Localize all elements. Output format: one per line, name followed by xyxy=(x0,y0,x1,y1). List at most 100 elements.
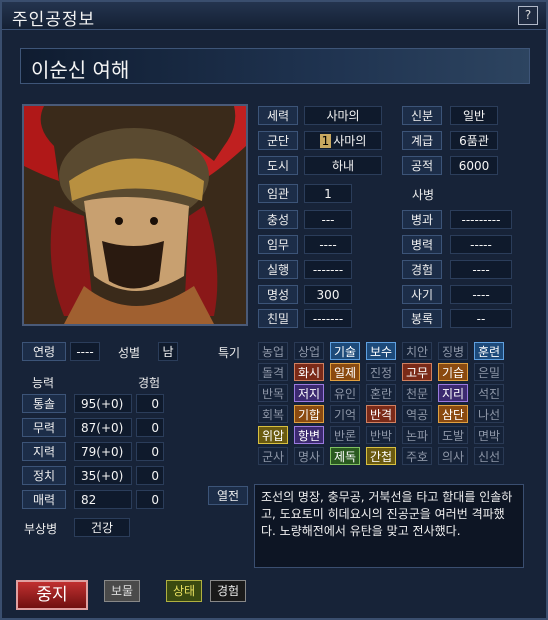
ability-exp-value: 0 xyxy=(136,490,164,509)
skill-item: 반목 xyxy=(258,384,288,402)
skill-item: 항변 xyxy=(294,426,324,444)
age-label: 연령 xyxy=(22,342,66,361)
rank-label: 계급 xyxy=(402,131,442,150)
city-value: 하내 xyxy=(304,156,382,175)
skill-item: 반론 xyxy=(330,426,360,444)
skill-item: 반격 xyxy=(366,405,396,423)
ability-exp-value: 0 xyxy=(136,466,164,485)
morale-label: 사기 xyxy=(402,285,442,304)
ability-exp-value: 0 xyxy=(136,394,164,413)
corps-label: 군단 xyxy=(258,131,298,150)
skill-item: 유인 xyxy=(330,384,360,402)
age-value: ---- xyxy=(70,342,100,361)
skill-item: 기억 xyxy=(330,405,360,423)
skill-item: 기습 xyxy=(438,363,468,381)
skill-item: 천문 xyxy=(402,384,432,402)
faction-label: 세력 xyxy=(258,106,298,125)
salary-label: 봉록 xyxy=(402,309,442,328)
gender-label: 성별 xyxy=(118,346,141,360)
ability-header: 능력 xyxy=(32,376,55,390)
appoint-label: 임관 xyxy=(258,184,298,203)
skill-item: 제독 xyxy=(330,447,360,465)
bio-label: 열전 xyxy=(208,486,248,505)
skill-item: 기술 xyxy=(330,342,360,360)
skill-item: 화시 xyxy=(294,363,324,381)
troop-power-label: 병력 xyxy=(402,235,442,254)
ability-value: 79(+0) xyxy=(74,442,132,461)
bio-text: 조선의 명장, 충무공, 거북선을 타고 함대를 인솔하고, 도요토미 히데요시… xyxy=(254,484,524,568)
ability-label: 매력 xyxy=(22,490,66,509)
ability-label: 통솔 xyxy=(22,394,66,413)
skill-item: 회복 xyxy=(258,405,288,423)
duty-label: 임무 xyxy=(258,235,298,254)
ability-value: 35(+0) xyxy=(74,466,132,485)
skill-item: 역공 xyxy=(402,405,432,423)
intimacy-value: ------- xyxy=(304,309,352,328)
skill-item: 주호 xyxy=(402,447,432,465)
corps-name: 사마의 xyxy=(333,134,367,148)
exec-value: ------- xyxy=(304,260,352,279)
skill-item: 은밀 xyxy=(474,363,504,381)
morale-value: ---- xyxy=(450,285,512,304)
corps-badge: 1 xyxy=(319,134,332,148)
salary-value: -- xyxy=(450,309,512,328)
fame-label: 명성 xyxy=(258,285,298,304)
skill-item: 위압 xyxy=(258,426,288,444)
hero-portrait xyxy=(22,104,248,326)
window-title: 주인공정보 xyxy=(12,10,96,30)
faction-value: 사마의 xyxy=(304,106,382,125)
skill-item: 징병 xyxy=(438,342,468,360)
injury-value: 건강 xyxy=(74,518,130,537)
ability-value: 82 xyxy=(74,490,132,509)
experience-tab-button[interactable]: 경험 xyxy=(210,580,246,602)
appoint-value: 1 xyxy=(304,184,352,203)
skill-item: 석진 xyxy=(474,384,504,402)
ability-exp-header: 경험 xyxy=(138,376,161,390)
skill-item: 면박 xyxy=(474,426,504,444)
troop-power-value: ----- xyxy=(450,235,512,254)
fame-value: 300 xyxy=(304,285,352,304)
loyalty-label: 충성 xyxy=(258,210,298,229)
skill-item: 상업 xyxy=(294,342,324,360)
portrait-image xyxy=(24,106,246,324)
skill-item: 반박 xyxy=(366,426,396,444)
city-label: 도시 xyxy=(258,156,298,175)
skill-item: 명사 xyxy=(294,447,324,465)
skill-item: 기합 xyxy=(294,405,324,423)
ability-label: 무력 xyxy=(22,418,66,437)
treasure-button[interactable]: 보물 xyxy=(104,580,140,602)
intimacy-label: 친밀 xyxy=(258,309,298,328)
skill-item: 고무 xyxy=(402,363,432,381)
rank-value: 6품관 xyxy=(450,131,498,150)
skill-item: 일제 xyxy=(330,363,360,381)
skill-item: 의사 xyxy=(438,447,468,465)
troops-header: 사병 xyxy=(412,188,435,202)
exec-label: 실행 xyxy=(258,260,298,279)
exp-value: ---- xyxy=(450,260,512,279)
skill-item: 훈련 xyxy=(474,342,504,360)
skill-item: 삼단 xyxy=(438,405,468,423)
gender-value: 남 xyxy=(158,342,178,361)
skill-item: 군사 xyxy=(258,447,288,465)
skill-item: 농업 xyxy=(258,342,288,360)
hero-name-bar: 이순신 여해 xyxy=(20,48,530,84)
status-tab-button[interactable]: 상태 xyxy=(166,580,202,602)
duty-value: ---- xyxy=(304,235,352,254)
loyalty-value: --- xyxy=(304,210,352,229)
merit-value: 6000 xyxy=(450,156,498,175)
ability-value: 87(+0) xyxy=(74,418,132,437)
skill-item: 진정 xyxy=(366,363,396,381)
stop-button[interactable]: 중지 xyxy=(16,580,88,610)
ability-label: 정치 xyxy=(22,466,66,485)
skill-item: 도발 xyxy=(438,426,468,444)
merit-label: 공적 xyxy=(402,156,442,175)
status-value: 일반 xyxy=(450,106,498,125)
ability-exp-value: 0 xyxy=(136,442,164,461)
skills-label: 특기 xyxy=(218,346,241,360)
skill-item: 지리 xyxy=(438,384,468,402)
branch-label: 병과 xyxy=(402,210,442,229)
help-button[interactable]: ? xyxy=(518,6,538,25)
ability-label: 지력 xyxy=(22,442,66,461)
ability-exp-value: 0 xyxy=(136,418,164,437)
title-bar: 주인공정보 ? xyxy=(2,2,546,30)
